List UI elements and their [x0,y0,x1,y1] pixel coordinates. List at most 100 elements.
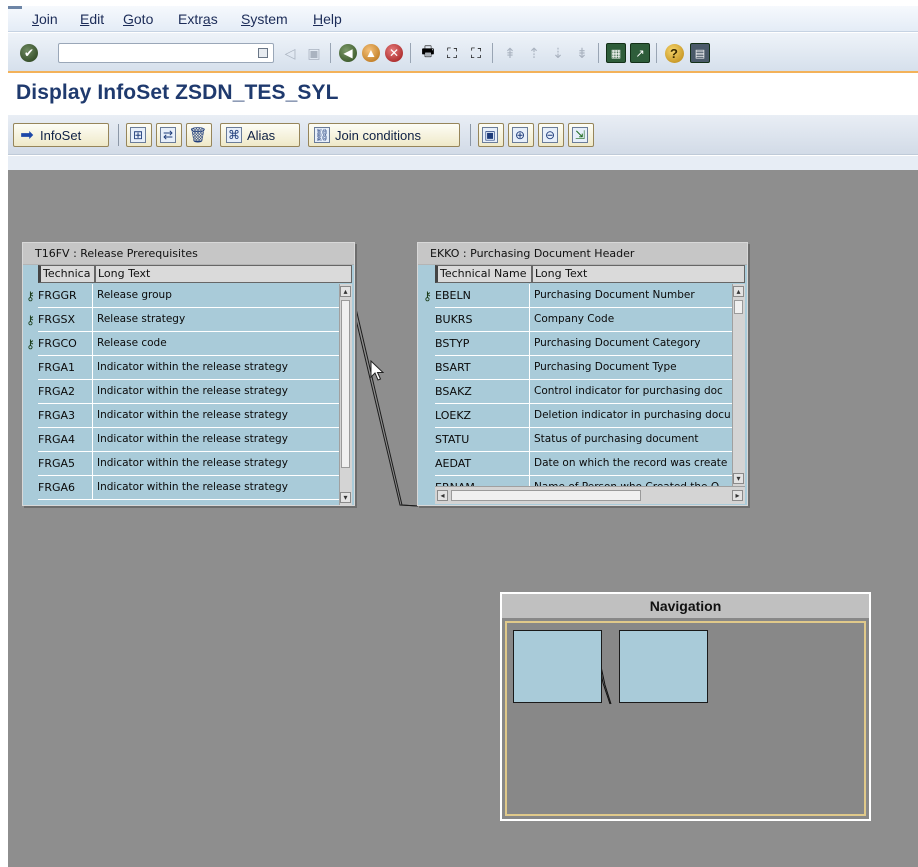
menu-edit[interactable]: Edit [80,11,104,27]
zoom-in-button[interactable]: ⊕ [508,123,534,147]
toolbar-separator [470,124,471,146]
menu-goto[interactable]: Goto [123,11,153,27]
infoset-button[interactable]: ➡ InfoSet [13,123,109,147]
table-row[interactable]: FRGSX Release strategy [38,308,339,332]
find-next-icon[interactable]: ⛶ [466,43,486,63]
table-ekko[interactable]: EKKO : Purchasing Document Header Techni… [417,242,748,506]
page-title: Display InfoSet ZSDN_TES_SYL [16,81,339,104]
table-row[interactable]: FRGA5 Indicator within the release strate… [38,452,339,476]
join-graph-canvas[interactable]: T16FV : Release Prerequisites Technica L… [8,170,918,867]
enter-checkmark-icon[interactable]: ✔ [20,44,38,62]
table-row[interactable]: FRGA1 Indicator within the release strate… [38,356,339,380]
menu-help[interactable]: Help [313,11,342,27]
field-long-text: Company Code [534,313,615,325]
field-technical-name: BSAKZ [435,380,530,404]
back-icon[interactable]: ◀ [338,43,358,63]
join-tables-icon: ⇄ [160,127,176,143]
field-long-text: Purchasing Document Number [534,289,695,301]
overview-button[interactable]: ▣ [478,123,504,147]
table-row[interactable]: BSTYP Purchasing Document Category [435,332,732,356]
layout-menu-icon[interactable]: ▤ [690,43,710,63]
table-row[interactable]: BSART Purchasing Document Type [435,356,732,380]
field-technical-name: FRGA6 [38,476,93,500]
column-header-long-text[interactable]: Long Text [95,265,352,283]
help-icon[interactable]: ? [664,43,684,63]
scroll-up-icon[interactable]: ▴ [733,286,744,297]
table-row[interactable]: STATU Status of purchasing document [435,428,732,452]
alias-button[interactable]: ⌘ Alias [220,123,300,147]
table-row[interactable]: BUKRS Company Code [435,308,732,332]
field-long-text: Indicator within the release strategy [97,457,288,469]
navigation-mini-table-ekko[interactable] [619,630,708,703]
exit-icon[interactable]: ▲ [361,43,381,63]
navigation-panel[interactable]: Navigation [500,592,871,821]
command-field[interactable] [58,43,274,63]
table-row[interactable]: FRGA4 Indicator within the release strate… [38,428,339,452]
last-page-disabled-icon: ⇟ [576,44,588,61]
scroll-down-icon[interactable]: ▾ [340,492,351,503]
alias-tree-icon: ⌘ [226,127,242,143]
table-row[interactable]: ERNAMName of Person who Created the O [435,476,732,486]
join-conditions-button[interactable]: ⛓ Join conditions [308,123,460,147]
field-technical-name: ERNAM [435,476,530,486]
table-ekko-horizontal-scrollbar[interactable]: ◂ ▸ [435,486,745,504]
alias-button-label: Alias [247,127,276,143]
table-ekko-vertical-scrollbar[interactable]: ▴ ▾ [732,284,745,486]
table-row[interactable]: AEDAT Date on which the record was create [435,452,732,476]
export-button[interactable]: ⇲ [568,123,594,147]
field-long-text: Indicator within the release strategy [97,385,288,397]
add-join-button[interactable]: ⇄ [156,123,182,147]
find-icon[interactable]: ⛶ [442,43,462,63]
application-toolbar: ➡ InfoSet ⊞ ⇄ 🗑 ⌘ Alias ⛓ Join condition… [8,115,918,155]
menu-system[interactable]: System [241,11,288,27]
scroll-thumb[interactable] [341,300,350,468]
zoom-in-icon: ⊕ [512,127,528,143]
scroll-left-icon[interactable]: ◂ [437,490,448,501]
navigation-mini-table-t16fv[interactable] [513,630,602,703]
command-input[interactable] [59,44,249,62]
menu-goto-label: oto [133,11,154,27]
table-row[interactable]: FRGA3 Indicator within the release strate… [38,404,339,428]
scroll-thumb[interactable] [734,300,743,314]
field-long-text: Indicator within the release strategy [97,433,288,445]
column-header-long-text[interactable]: Long Text [532,265,745,283]
table-row[interactable]: FRGA6 Indicator within the release strate… [38,476,339,500]
menu-goto-mnemonic: G [123,11,134,27]
column-header-technical-name[interactable]: Technical Name [435,265,532,283]
table-row[interactable]: FRGA2 Indicator within the release strate… [38,380,339,404]
scroll-down-icon[interactable]: ▾ [733,473,744,484]
save-disabled-icon: ▣ [307,44,321,61]
field-technical-name: AEDAT [435,452,530,476]
new-session-icon[interactable]: ▦ [606,43,626,63]
scroll-right-icon[interactable]: ▸ [732,490,743,501]
command-history-dropdown-icon[interactable] [258,48,268,58]
toolbar-separator [492,43,493,63]
zoom-out-button[interactable]: ⊖ [538,123,564,147]
menu-extras[interactable]: Extras [178,11,218,27]
table-row[interactable]: LOEKZ Deletion indicator in purchasing do… [435,404,732,428]
field-technical-name: BSART [435,356,530,380]
print-icon[interactable]: 🖶 [418,43,438,63]
column-header-technical-name[interactable]: Technica [38,265,95,283]
table-row[interactable]: EBELN Purchasing Document Number [435,284,732,308]
table-t16fv-vertical-scrollbar[interactable]: ▴ ▾ [339,284,352,505]
cancel-icon[interactable]: ✕ [384,43,404,63]
delete-button[interactable]: 🗑 [186,123,212,147]
scroll-thumb[interactable] [451,490,641,501]
menu-system-mnemonic: S [241,11,251,27]
table-t16fv-title: T16FV : Release Prerequisites [23,243,354,265]
menu-edit-label: dit [89,11,105,27]
scroll-up-icon[interactable]: ▴ [340,286,351,297]
field-long-text: Indicator within the release strategy [97,409,288,421]
create-shortcut-icon[interactable]: ↗ [630,43,650,63]
navigation-viewport-frame[interactable] [505,621,866,816]
table-row[interactable]: FRGCO Release code [38,332,339,356]
menu-join[interactable]: Join [32,11,58,27]
add-table-button[interactable]: ⊞ [126,123,152,147]
table-t16fv[interactable]: T16FV : Release Prerequisites Technica L… [22,242,355,506]
field-long-text: Status of purchasing document [534,433,699,445]
toolbar-separator [410,43,411,63]
table-row[interactable]: BSAKZ Control indicator for purchasing do… [435,380,732,404]
menu-join-label: oin [39,11,58,27]
table-row[interactable]: FRGGR Release group [38,284,339,308]
